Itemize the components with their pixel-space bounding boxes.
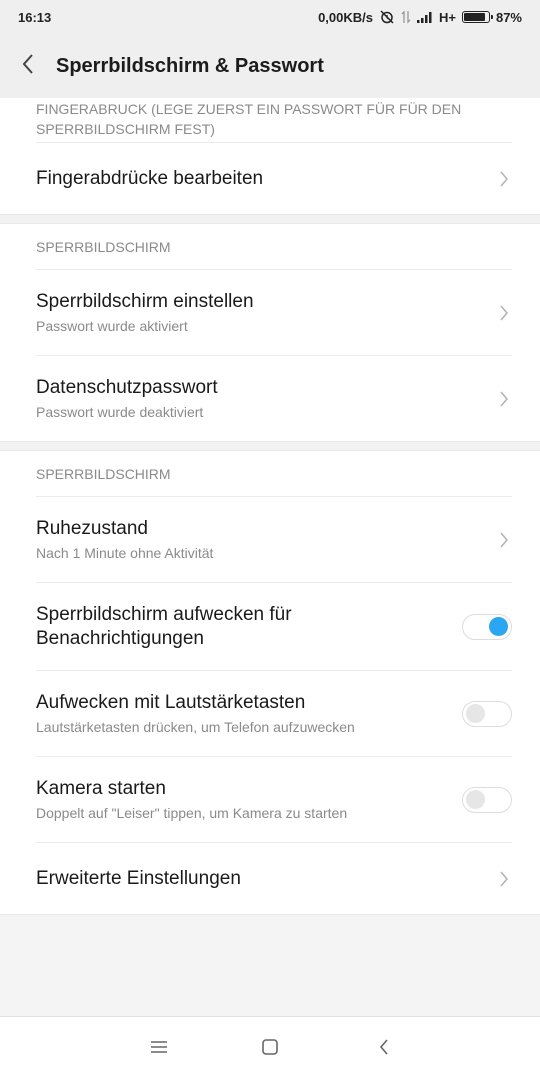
- item-advanced-settings[interactable]: Erweiterte Einstellungen: [36, 842, 512, 914]
- data-transfer-icon: [401, 10, 411, 24]
- item-title: Fingerabdrücke bearbeiten: [36, 167, 264, 189]
- settings-content: FINGERABRUCK (LEGE ZUERST EIN PASSWORT F…: [0, 98, 540, 915]
- home-button[interactable]: [258, 1037, 282, 1061]
- status-icons: 0,00KB/s H+ 87%: [318, 9, 522, 25]
- group-divider: [0, 441, 540, 451]
- item-title-line-1: Sperrbildschirm aufwecken für: [36, 603, 292, 625]
- battery-icon: [461, 11, 493, 23]
- home-icon: [261, 1038, 279, 1061]
- item-sleep[interactable]: Ruhezustand Nach 1 Minute ohne Aktivität: [36, 496, 512, 582]
- item-title: Erweiterte Einstellungen: [36, 867, 241, 889]
- battery-percent: 87%: [495, 9, 522, 25]
- back-button[interactable]: [0, 34, 56, 98]
- nav-back-button[interactable]: [372, 1037, 396, 1061]
- item-launch-camera[interactable]: Kamera starten Doppelt auf "Leiser" tipp…: [36, 756, 512, 842]
- chevron-right-icon: [496, 390, 512, 408]
- signal-icon: [416, 11, 433, 23]
- group-bottom-border: [0, 914, 540, 915]
- back-icon: [378, 1038, 390, 1061]
- launch-camera-toggle[interactable]: [462, 786, 512, 813]
- toggle-knob: [489, 616, 508, 636]
- chevron-right-icon: [496, 870, 512, 888]
- alarm-off-icon: [379, 9, 395, 25]
- status-time: 16:13: [18, 9, 52, 25]
- item-subtitle: Passwort wurde aktiviert: [36, 317, 188, 334]
- section-header-lockscreen-2: SPERRBILDSCHIRM: [36, 466, 171, 482]
- chevron-left-icon: [21, 53, 35, 80]
- wake-notifications-toggle[interactable]: [462, 613, 512, 640]
- section-header-lockscreen: SPERRBILDSCHIRM: [36, 239, 171, 255]
- lockscreen-group: SPERRBILDSCHIRM Sperrbildschirm einstell…: [0, 224, 540, 441]
- wake-volume-keys-toggle[interactable]: [462, 700, 512, 727]
- item-subtitle: Lautstärketasten drücken, um Telefon auf…: [36, 718, 355, 735]
- chevron-right-icon: [496, 304, 512, 322]
- item-title: Aufwecken mit Lautstärketasten: [36, 691, 306, 713]
- item-title: Sperrbildschirm einstellen: [36, 290, 254, 312]
- item-title: Kamera starten: [36, 777, 166, 799]
- item-privacy-password[interactable]: Datenschutzpasswort Passwort wurde deakt…: [36, 355, 512, 441]
- network-type: H+: [438, 9, 456, 25]
- page-title: Sperrbildschirm & Passwort: [56, 54, 324, 77]
- header: Sperrbildschirm & Passwort: [0, 34, 540, 98]
- item-subtitle: Nach 1 Minute ohne Aktivität: [36, 544, 214, 561]
- menu-button[interactable]: [147, 1037, 171, 1061]
- item-title: Ruhezustand: [36, 517, 148, 539]
- fingerprint-group: FINGERABRUCK (LEGE ZUERST EIN PASSWORT F…: [0, 98, 540, 214]
- item-subtitle: Doppelt auf "Leiser" tippen, um Kamera z…: [36, 804, 348, 821]
- toggle-knob: [466, 789, 485, 809]
- item-wake-for-notifications[interactable]: Sperrbildschirm aufwecken für Benachrich…: [36, 582, 512, 670]
- status-bar: 16:13 0,00KB/s H+ 87%: [0, 0, 540, 34]
- chevron-right-icon: [496, 170, 512, 188]
- item-set-lockscreen[interactable]: Sperrbildschirm einstellen Passwort wurd…: [36, 269, 512, 355]
- navigation-bar: [0, 1016, 540, 1080]
- battery-fill: [463, 13, 485, 21]
- toggle-knob: [466, 703, 485, 723]
- item-subtitle: Passwort wurde deaktiviert: [36, 403, 204, 420]
- group-divider: [0, 214, 540, 224]
- item-title: Datenschutzpasswort: [36, 376, 218, 398]
- lockscreen-options-group: SPERRBILDSCHIRM Ruhezustand Nach 1 Minut…: [0, 451, 540, 914]
- net-speed: 0,00KB/s: [318, 9, 373, 25]
- section-header-fingerprint: FINGERABRUCK (LEGE ZUERST EIN PASSWORT F…: [36, 101, 462, 137]
- chevron-right-icon: [496, 531, 512, 549]
- item-title-line-2: Benachrichtigungen: [36, 627, 204, 649]
- item-edit-fingerprints[interactable]: Fingerabdrücke bearbeiten: [36, 142, 512, 214]
- menu-icon: [150, 1039, 168, 1060]
- item-wake-volume-keys[interactable]: Aufwecken mit Lautstärketasten Lautstärk…: [36, 670, 512, 756]
